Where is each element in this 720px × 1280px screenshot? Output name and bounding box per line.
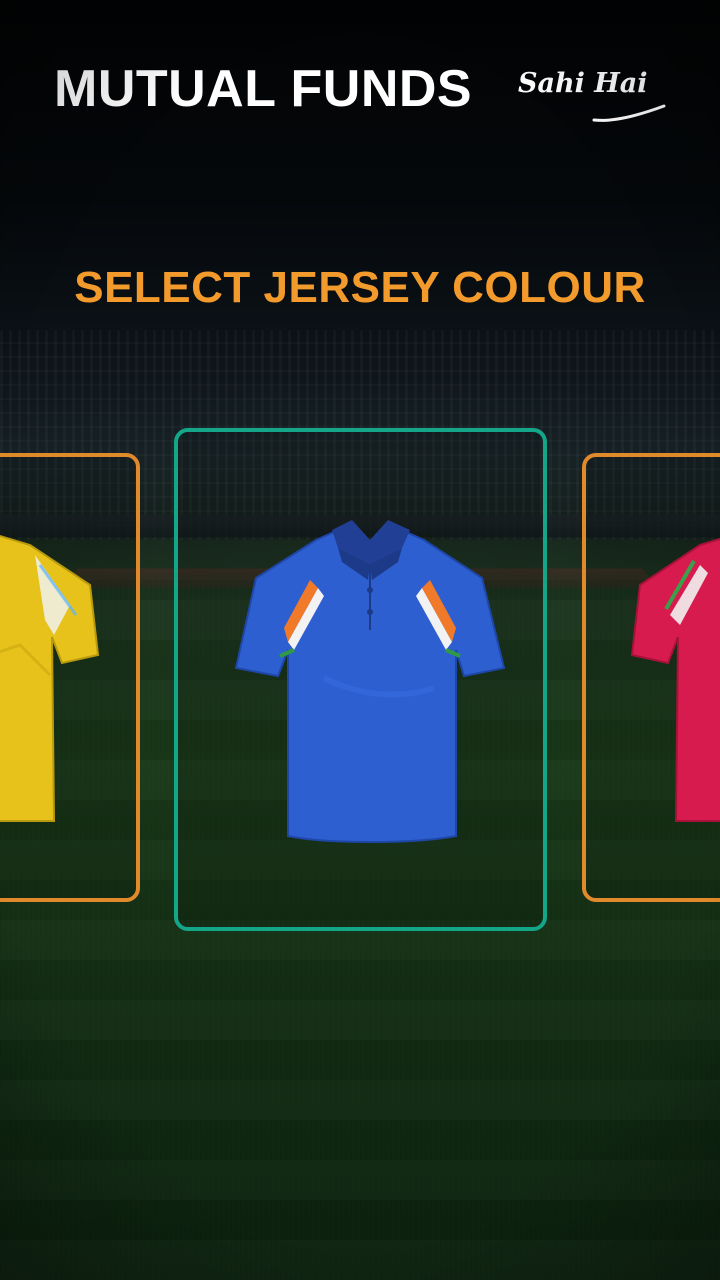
logo-tagline: Sahi Hai bbox=[518, 68, 648, 99]
jersey-pink-icon[interactable] bbox=[630, 525, 720, 825]
logo-swoosh-icon bbox=[592, 104, 666, 122]
jersey-blue-icon[interactable] bbox=[234, 518, 506, 846]
jersey-select-screen: MUTUAL FUNDS Sahi Hai SELECT JERSEY COLO… bbox=[0, 0, 720, 1280]
page-title: SELECT JERSEY COLOUR bbox=[74, 263, 646, 312]
mutual-funds-logo: MUTUAL FUNDS Sahi Hai bbox=[54, 60, 674, 130]
jersey-yellow-icon[interactable] bbox=[0, 525, 100, 825]
logo-brand-text: MUTUAL FUNDS bbox=[54, 60, 473, 118]
